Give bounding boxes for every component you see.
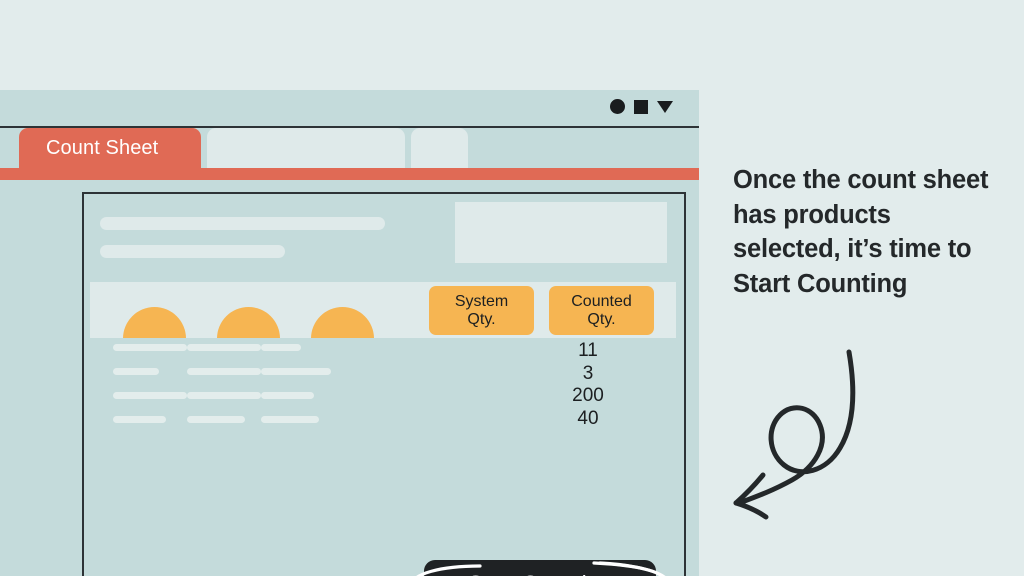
start-counting-button[interactable]: Start Counting	[424, 560, 656, 576]
table-header-row: System Qty. Counted Qty.	[90, 282, 676, 338]
product-avatar	[311, 307, 374, 338]
skeleton-text-line	[261, 344, 301, 351]
skeleton-text-line	[113, 344, 187, 351]
qty-value: 3	[582, 362, 594, 384]
system-qty-line1: System	[454, 292, 509, 310]
skeleton-text-line	[261, 392, 314, 399]
skeleton-side-panel	[455, 202, 667, 263]
system-qty-line2: Qty.	[467, 310, 496, 328]
skeleton-text-line	[261, 416, 319, 423]
window-titlebar	[0, 90, 699, 128]
system-qty-values: 11 3 200 40	[552, 340, 624, 430]
triangle-down-control-icon[interactable]	[657, 100, 673, 113]
curly-arrow-icon	[733, 349, 856, 520]
screenshot-stage: Count Sheet System Qty. Counted Qty. 11 …	[0, 0, 1024, 576]
column-header-counted-qty: Counted Qty.	[549, 286, 654, 335]
tab-count-sheet[interactable]: Count Sheet	[19, 128, 201, 168]
count-sheet-panel: System Qty. Counted Qty. 11 3 200 40	[82, 192, 686, 576]
tab-strip-underline	[0, 168, 699, 180]
square-control-icon[interactable]	[634, 99, 648, 114]
skeleton-text-line	[113, 392, 187, 399]
tab-tertiary[interactable]	[411, 128, 468, 168]
skeleton-subtitle-bar	[100, 245, 285, 258]
product-avatar	[217, 307, 280, 338]
skeleton-title-bar	[100, 217, 385, 230]
annotation-text: Once the count sheet has products select…	[733, 166, 989, 298]
tab-count-sheet-label: Count Sheet	[46, 136, 159, 159]
qty-value: 11	[578, 340, 598, 361]
skeleton-text-line	[187, 344, 261, 351]
tab-secondary[interactable]	[207, 128, 405, 168]
qty-value: 200	[572, 385, 604, 406]
skeleton-text-line	[187, 416, 245, 423]
skeleton-text-line	[261, 368, 331, 375]
annotation-callout: Once the count sheet has products select…	[733, 163, 995, 301]
skeleton-text-line	[187, 392, 261, 399]
start-counting-label: Start Counting	[468, 571, 611, 576]
skeleton-text-line	[113, 416, 166, 423]
column-header-system-qty: System Qty.	[429, 286, 534, 335]
circle-control-icon[interactable]	[610, 99, 625, 114]
counted-qty-line1: Counted	[571, 292, 632, 310]
window-controls	[610, 99, 673, 114]
product-avatar	[123, 307, 186, 338]
counted-qty-line2: Qty.	[587, 310, 616, 328]
start-counting-cta: Start Counting	[406, 554, 676, 576]
skeleton-text-line	[113, 368, 159, 375]
qty-value: 40	[577, 407, 599, 429]
app-window: Count Sheet System Qty. Counted Qty. 11 …	[0, 90, 699, 576]
skeleton-text-line	[187, 368, 261, 375]
